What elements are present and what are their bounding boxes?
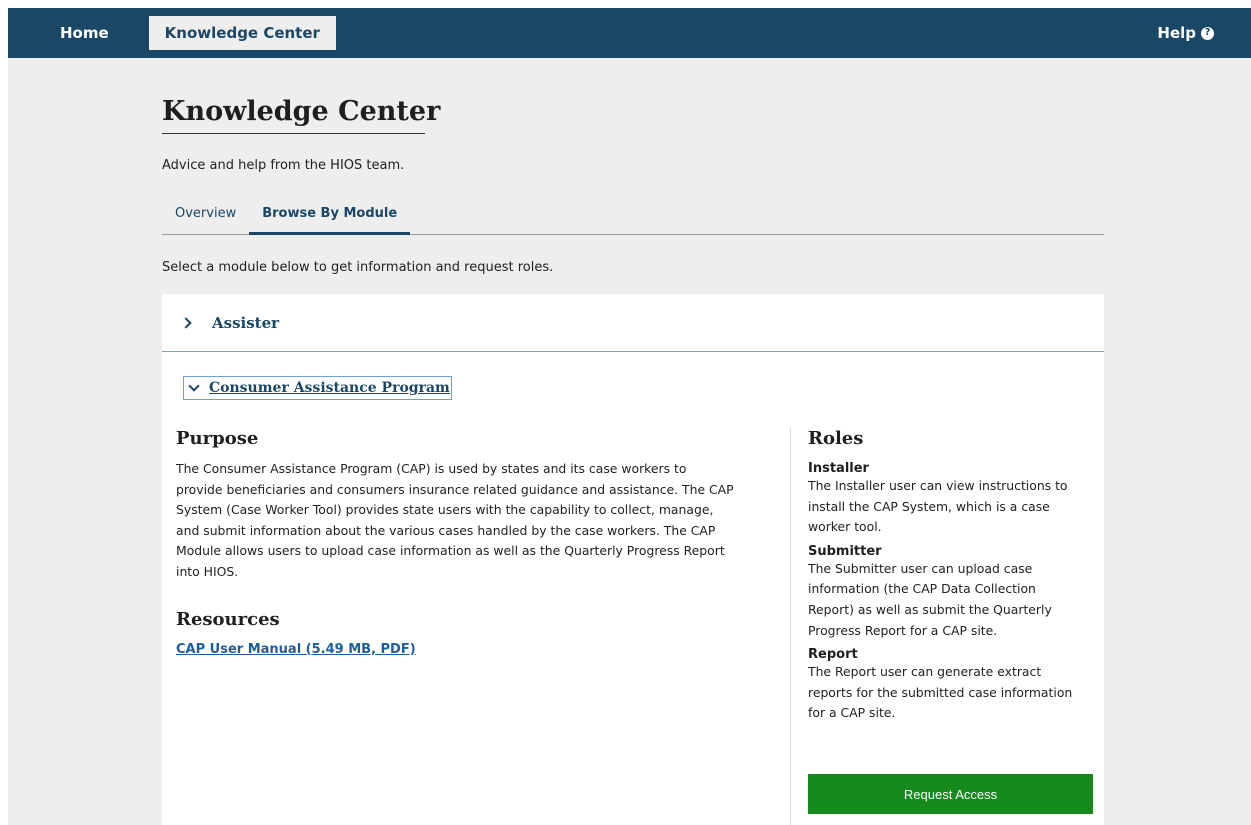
purpose-text: The Consumer Assistance Program (CAP) is… xyxy=(176,459,776,583)
accordion-item-assister[interactable]: Assister xyxy=(162,294,1104,352)
role-desc-line: information (the CAP Data Collection xyxy=(808,581,1036,597)
purpose-heading: Purpose xyxy=(176,428,259,449)
tab-browse-by-module[interactable]: Browse By Module xyxy=(249,196,411,235)
purpose-line: into HIOS. xyxy=(176,563,239,579)
purpose-column: Purpose The Consumer Assistance Program … xyxy=(176,428,776,657)
tab-bar: Overview Browse By Module xyxy=(162,196,1104,235)
purpose-line: and submit information about the various… xyxy=(176,522,716,538)
role-description-report: The Report user can generate extract rep… xyxy=(808,662,1098,724)
role-desc-line: worker tool. xyxy=(808,519,882,535)
accordion-title-assister: Assister xyxy=(212,313,280,332)
role-desc-line: Report) as well as submit the Quarterly xyxy=(808,601,1052,617)
chevron-right-icon xyxy=(182,318,192,328)
chevron-down-icon xyxy=(187,381,201,395)
role-description-submitter: The Submitter user can upload case infor… xyxy=(808,559,1098,641)
accordion-item-consumer-assistance-program[interactable]: Consumer Assistance Program xyxy=(183,376,452,400)
role-description-installer: The Installer user can view instructions… xyxy=(808,476,1098,538)
purpose-line: System (Case Worker Tool) provides state… xyxy=(176,502,714,518)
page-subtitle: Advice and help from the HIOS team. xyxy=(162,158,405,173)
column-divider xyxy=(790,428,791,825)
role-name-report: Report xyxy=(808,647,858,663)
nav-help-link[interactable]: Help ? xyxy=(1157,24,1214,42)
purpose-line: The Consumer Assistance Program (CAP) is… xyxy=(176,461,687,476)
roles-column: Roles Installer The Installer user can v… xyxy=(808,428,1098,814)
nav-home-link[interactable]: Home xyxy=(60,24,109,42)
help-label: Help xyxy=(1157,24,1196,42)
role-desc-line: The Report user can generate extract xyxy=(808,664,1042,680)
role-name-submitter: Submitter xyxy=(808,543,882,559)
request-access-button[interactable]: Request Access xyxy=(808,774,1093,814)
accordion-title-cap: Consumer Assistance Program xyxy=(209,380,450,396)
module-accordion: Assister Consumer Assistance Program Pur… xyxy=(162,294,1104,825)
question-circle-icon: ? xyxy=(1201,26,1214,40)
role-desc-line: reports for the submitted case informati… xyxy=(808,684,1073,700)
top-navigation: Home Knowledge Center Help ? xyxy=(8,8,1251,58)
purpose-line: Module allows users to upload case infor… xyxy=(176,543,725,559)
resources-heading: Resources xyxy=(176,608,280,630)
role-desc-line: for a CAP site. xyxy=(808,705,896,721)
role-name-installer: Installer xyxy=(808,461,869,476)
purpose-line: provide beneficiaries and consumers insu… xyxy=(176,481,734,497)
nav-knowledge-center-link[interactable]: Knowledge Center xyxy=(148,16,336,50)
page-title: Knowledge Center xyxy=(162,96,440,134)
role-desc-line: The Submitter user can upload case xyxy=(808,560,1033,576)
role-desc-line: Progress Report for a CAP site. xyxy=(808,622,998,638)
roles-heading: Roles xyxy=(808,428,864,449)
role-desc-line: The Installer user can view instructions… xyxy=(808,478,1068,493)
instructions-text: Select a module below to get information… xyxy=(162,260,554,275)
tab-overview[interactable]: Overview xyxy=(162,196,249,234)
role-desc-line: install the CAP System, which is a case xyxy=(808,498,1050,514)
cap-user-manual-link[interactable]: CAP User Manual (5.49 MB, PDF) xyxy=(176,642,416,657)
